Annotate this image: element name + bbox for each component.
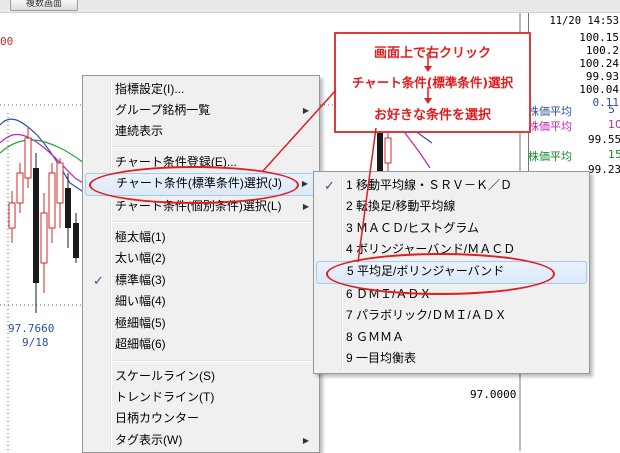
callout-arrowhead <box>424 66 432 72</box>
annotation-overlay <box>261 55 432 263</box>
pointer-line <box>357 127 377 263</box>
callout-arrowhead <box>424 98 432 104</box>
highlight-oval-submenu <box>326 253 555 295</box>
highlight-oval-menu <box>89 166 299 204</box>
pointer-line <box>261 89 337 173</box>
